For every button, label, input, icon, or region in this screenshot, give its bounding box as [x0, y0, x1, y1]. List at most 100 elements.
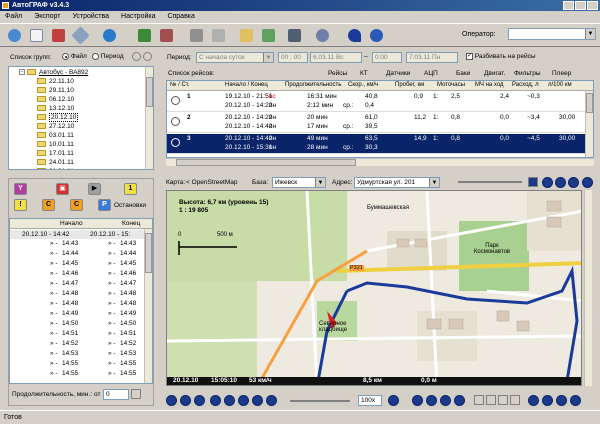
filter-stop-button[interactable]: ▣ — [56, 183, 69, 195]
settings-button[interactable] — [313, 26, 332, 45]
stop-row[interactable]: » - 14:51 » - 14:51 — [10, 329, 146, 338]
tab-player[interactable]: Плеер — [552, 70, 571, 77]
tree-date-node[interactable]: 22.11.10 — [37, 77, 74, 86]
player-btn-speed[interactable] — [388, 395, 399, 406]
map-btn-1[interactable] — [542, 177, 553, 188]
col-speed[interactable]: Скор., км/ч — [348, 82, 378, 88]
groups-add-button[interactable] — [132, 52, 141, 61]
tree-date-node[interactable]: 10.01.11 — [37, 140, 74, 149]
col-motohours-move[interactable]: МЧ на ход — [475, 82, 504, 88]
menu-help[interactable]: Справка — [162, 11, 199, 22]
stop-row[interactable]: » - 14:48 » - 14:48 — [10, 289, 146, 298]
stop-row[interactable]: » - 14:55 » - 14:55 — [10, 359, 146, 368]
menu-export[interactable]: Экспорт — [29, 11, 65, 22]
refresh-button[interactable] — [5, 26, 24, 45]
col-stop-start[interactable]: Начало — [60, 220, 83, 227]
col-start-end[interactable]: Начало / Конец — [225, 82, 268, 88]
route-button[interactable] — [157, 26, 176, 45]
tab-tanks[interactable]: Баки — [456, 70, 470, 77]
filter-one-button[interactable]: 1 — [124, 183, 137, 195]
player-btn-l[interactable] — [570, 395, 581, 406]
player-btn-k[interactable] — [556, 395, 567, 406]
player-btn-play[interactable] — [238, 395, 249, 406]
player-btn-d[interactable] — [454, 395, 465, 406]
col-motohours[interactable]: Моточасы — [437, 82, 465, 88]
player-btn-e[interactable] — [474, 395, 484, 405]
split-trips-checkbox[interactable]: ✓ Разбивать на рейсы — [466, 53, 536, 60]
time-from-field[interactable]: 00 : 00 — [278, 52, 308, 63]
tree-scrollbar[interactable] — [145, 67, 153, 169]
player-btn-forward[interactable] — [252, 395, 263, 406]
filter-c2-button[interactable]: C — [70, 199, 83, 211]
player-btn-j[interactable] — [542, 395, 553, 406]
col-stop-end[interactable]: Конец — [122, 220, 140, 227]
player-btn-prev[interactable] — [210, 395, 221, 406]
zoom-field[interactable]: 100x — [358, 395, 382, 406]
tab-sensors[interactable]: Датчики — [386, 70, 410, 77]
tree-date-node[interactable]: 31.01.11 — [37, 167, 74, 169]
player-btn-f[interactable] — [486, 395, 496, 405]
stop-row[interactable]: » - 14:52 » - 14:52 — [10, 339, 146, 348]
col-number[interactable]: № / Ст. — [170, 82, 190, 88]
mode-period-radio[interactable]: Период — [92, 53, 124, 60]
minimize-button[interactable] — [563, 1, 574, 10]
globe-button[interactable] — [100, 26, 119, 45]
help-button[interactable] — [367, 26, 386, 45]
tree-date-node[interactable]: 17.01.11 — [37, 149, 74, 158]
player-btn-c[interactable] — [440, 395, 451, 406]
map-btn-4[interactable] — [582, 177, 593, 188]
tab-engine[interactable]: Двигат. — [484, 70, 505, 77]
player-btn-grid[interactable] — [194, 395, 205, 406]
duration-input[interactable]: 0 — [103, 389, 129, 400]
player-btn-b[interactable] — [426, 395, 437, 406]
report-button[interactable] — [209, 26, 228, 45]
satellite-button[interactable] — [71, 26, 90, 45]
player-btn-g[interactable] — [498, 395, 508, 405]
stop-row[interactable]: » - 14:45 » - 14:45 — [10, 259, 146, 268]
vehicle-button[interactable] — [285, 26, 304, 45]
player-btn-back[interactable] — [224, 395, 235, 406]
trips-scrollbar[interactable] — [585, 91, 593, 157]
tab-checkpoints[interactable]: КТ — [360, 70, 368, 77]
period-preset-select[interactable]: С начала суток ▼ — [196, 52, 274, 63]
close-button[interactable] — [587, 1, 598, 10]
stop-row[interactable]: 20.12.10 - 14:42 20.12.10 - 15: — [10, 230, 146, 239]
stop-row[interactable]: » - 14:46 » - 14:46 — [10, 269, 146, 278]
filter-flag-button[interactable]: ▶ — [88, 183, 101, 195]
col-fuel[interactable]: Расход, л — [512, 82, 539, 88]
tab-filters[interactable]: Фильтры — [514, 70, 541, 77]
menu-settings[interactable]: Настройка — [116, 11, 160, 22]
player-btn-close[interactable] — [180, 395, 191, 406]
zoom-slider[interactable] — [458, 181, 522, 183]
player-btn-i[interactable] — [528, 395, 539, 406]
tree-date-node[interactable]: 06.12.10 — [37, 95, 74, 104]
stop-row[interactable]: » - 14:53 » - 14:53 — [10, 349, 146, 358]
logo-button[interactable] — [345, 26, 364, 45]
address-select[interactable]: Удмуртская ул. 201 ▼ — [354, 177, 440, 188]
tree-date-node[interactable]: 27.12.10 — [37, 122, 74, 131]
stop-row[interactable]: » - 14:43 » - 14:43 — [10, 239, 146, 248]
base-select[interactable]: Ижевск ▼ — [272, 177, 326, 188]
track-button[interactable] — [135, 26, 154, 45]
map-vscrollbar[interactable] — [584, 190, 592, 386]
filter-type-button[interactable]: Y — [14, 183, 27, 195]
geofence-button[interactable] — [259, 26, 278, 45]
player-slider[interactable] — [290, 400, 350, 402]
menu-devices[interactable]: Устройства — [67, 11, 114, 22]
col-duration[interactable]: Продолжительность — [285, 82, 341, 88]
maximize-button[interactable] — [575, 1, 586, 10]
tree-date-node[interactable]: 13.12.10 — [37, 104, 74, 113]
tree-date-node[interactable]: 03.01.11 — [37, 131, 74, 140]
filter-c1-button[interactable]: C — [42, 199, 55, 211]
duration-stepper[interactable] — [131, 389, 141, 399]
col-per100[interactable]: л/100 км — [548, 82, 572, 88]
tree-date-node[interactable]: 20.12.10 — [37, 113, 79, 122]
stop-row[interactable]: » - 14:48 » - 14:48 — [10, 299, 146, 308]
trips-hscrollbar[interactable] — [166, 158, 594, 166]
date-to-field[interactable]: 7.03.11 Пн — [406, 52, 458, 63]
map-provider[interactable]: < OpenStreetMap — [186, 179, 238, 186]
col-distance[interactable]: Пробег, км — [395, 82, 424, 88]
player-btn-a[interactable] — [412, 395, 423, 406]
date-from-field[interactable]: 6.03.11 Вс — [310, 52, 362, 63]
map-btn-2[interactable] — [555, 177, 566, 188]
